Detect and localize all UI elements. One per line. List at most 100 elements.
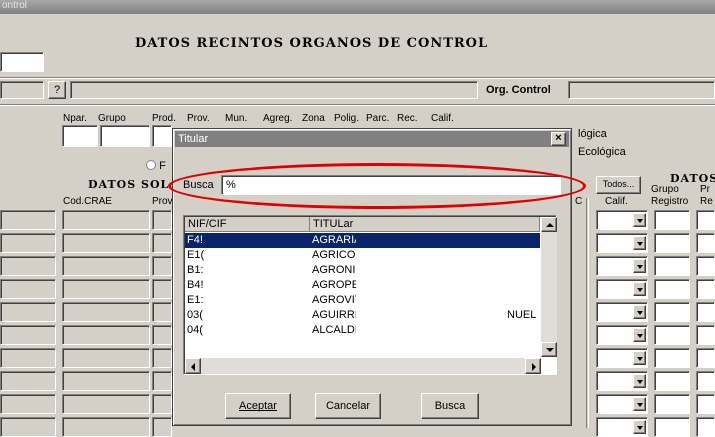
grid-cell[interactable]	[62, 233, 150, 253]
grid-cell[interactable]	[62, 394, 150, 414]
calif-select[interactable]	[596, 233, 648, 253]
chevron-down-icon[interactable]	[633, 259, 646, 273]
close-icon[interactable]: ×	[551, 132, 566, 146]
grid-cell[interactable]	[62, 302, 150, 322]
grid-cell[interactable]	[152, 348, 172, 368]
prod-field[interactable]	[152, 125, 172, 147]
grid-cell[interactable]	[62, 256, 150, 276]
grid-cell[interactable]	[0, 256, 56, 276]
grid-cell[interactable]	[654, 210, 690, 230]
grid-cell[interactable]	[0, 348, 56, 368]
grid-cell[interactable]	[0, 302, 56, 322]
grid-cell[interactable]	[152, 210, 172, 230]
scroll-right-button[interactable]	[525, 358, 541, 374]
calif-select[interactable]	[596, 210, 648, 230]
calif-select[interactable]	[596, 417, 648, 437]
grid-cell[interactable]	[696, 394, 715, 414]
help-button[interactable]: ?	[48, 81, 66, 99]
grid-cell[interactable]	[654, 394, 690, 414]
chevron-down-icon[interactable]	[633, 213, 646, 227]
grid-cell[interactable]	[62, 348, 150, 368]
left-field[interactable]	[0, 81, 44, 99]
titular-list[interactable]: NIF/CIF TITULar F4! AGRARIA E1(AGRICOI B1: A…	[183, 215, 557, 375]
grupo-field[interactable]	[100, 125, 150, 147]
grid-cell[interactable]	[696, 302, 715, 322]
accept-button[interactable]: Aceptar	[225, 393, 291, 419]
grid-cell[interactable]	[0, 233, 56, 253]
grid-cell[interactable]	[696, 371, 715, 391]
calif-select[interactable]	[596, 394, 648, 414]
chevron-down-icon[interactable]	[633, 328, 646, 342]
top-left-field[interactable]	[0, 52, 44, 72]
grid-cell[interactable]	[696, 233, 715, 253]
chevron-down-icon[interactable]	[633, 374, 646, 388]
grid-cell[interactable]	[696, 348, 715, 368]
grid-cell[interactable]	[654, 233, 690, 253]
calif-select[interactable]	[596, 256, 648, 276]
grid-cell[interactable]	[0, 371, 56, 391]
description-field[interactable]	[70, 81, 478, 99]
grid-cell[interactable]	[654, 348, 690, 368]
list-item[interactable]: E1(AGRICOI	[185, 248, 540, 263]
calif-select[interactable]	[596, 371, 648, 391]
chevron-down-icon[interactable]	[633, 305, 646, 319]
grid-cell[interactable]	[696, 325, 715, 345]
todos-button[interactable]: Todos...	[596, 176, 641, 194]
grid-cell[interactable]	[62, 210, 150, 230]
grid-cell[interactable]	[0, 279, 56, 299]
grid-cell[interactable]	[62, 325, 150, 345]
grid-cell[interactable]	[152, 417, 172, 437]
calif-select[interactable]	[596, 348, 648, 368]
list-item[interactable]: B4! AGROPE	[185, 278, 540, 293]
list-item[interactable]: E1: AGROVIT	[185, 293, 540, 308]
list-item[interactable]: B1: AGRONII	[185, 263, 540, 278]
grid-cell[interactable]	[152, 325, 172, 345]
calif-select[interactable]	[596, 325, 648, 345]
grid-cell[interactable]	[0, 394, 56, 414]
scroll-up-button[interactable]	[541, 217, 557, 232]
grid-cell[interactable]	[62, 371, 150, 391]
grid-cell[interactable]	[696, 256, 715, 276]
chevron-down-icon[interactable]	[633, 236, 646, 250]
grid-cell[interactable]	[0, 325, 56, 345]
horizontal-scrollbar[interactable]	[185, 358, 541, 374]
grid-cell[interactable]	[654, 325, 690, 345]
scroll-down-button[interactable]	[541, 342, 557, 357]
grid-cell[interactable]	[696, 417, 715, 437]
search-button[interactable]: Busca	[421, 393, 479, 419]
col-header-nif[interactable]: NIF/CIF	[185, 217, 310, 232]
chevron-down-icon[interactable]	[633, 351, 646, 365]
radio-f[interactable]: F	[146, 160, 166, 172]
list-item[interactable]: 04(ALCALDI	[185, 323, 540, 338]
chevron-down-icon[interactable]	[633, 420, 646, 434]
list-item[interactable]: 03(AGUIRRI NUEL	[185, 308, 540, 323]
calif-select[interactable]	[596, 279, 648, 299]
grid-cell[interactable]	[654, 279, 690, 299]
grid-cell[interactable]	[62, 279, 150, 299]
grid-cell[interactable]	[654, 302, 690, 322]
calif-select[interactable]	[596, 302, 648, 322]
grid-cell[interactable]	[152, 256, 172, 276]
npar-field[interactable]	[62, 125, 98, 147]
cancel-button[interactable]: Cancelar	[315, 393, 381, 419]
grid-cell[interactable]	[152, 279, 172, 299]
grid-cell[interactable]	[62, 417, 150, 437]
grid-cell[interactable]	[0, 417, 56, 437]
col-header-titular[interactable]: TITULar	[310, 217, 540, 232]
chevron-down-icon[interactable]	[633, 397, 646, 411]
org-control-field[interactable]	[568, 81, 715, 99]
scroll-left-button[interactable]	[185, 358, 201, 374]
grid-cell[interactable]	[152, 233, 172, 253]
vertical-scrollbar[interactable]	[541, 217, 557, 357]
grid-cell[interactable]	[152, 302, 172, 322]
grid-cell[interactable]	[654, 371, 690, 391]
grid-cell[interactable]	[152, 371, 172, 391]
grid-cell[interactable]	[654, 417, 690, 437]
chevron-down-icon[interactable]	[633, 282, 646, 296]
grid-cell[interactable]	[696, 279, 715, 299]
list-item[interactable]: F4! AGRARIA	[185, 233, 540, 248]
grid-cell[interactable]	[654, 256, 690, 276]
grid-cell[interactable]	[0, 210, 56, 230]
grid-cell[interactable]	[696, 210, 715, 230]
grid-cell[interactable]	[152, 394, 172, 414]
